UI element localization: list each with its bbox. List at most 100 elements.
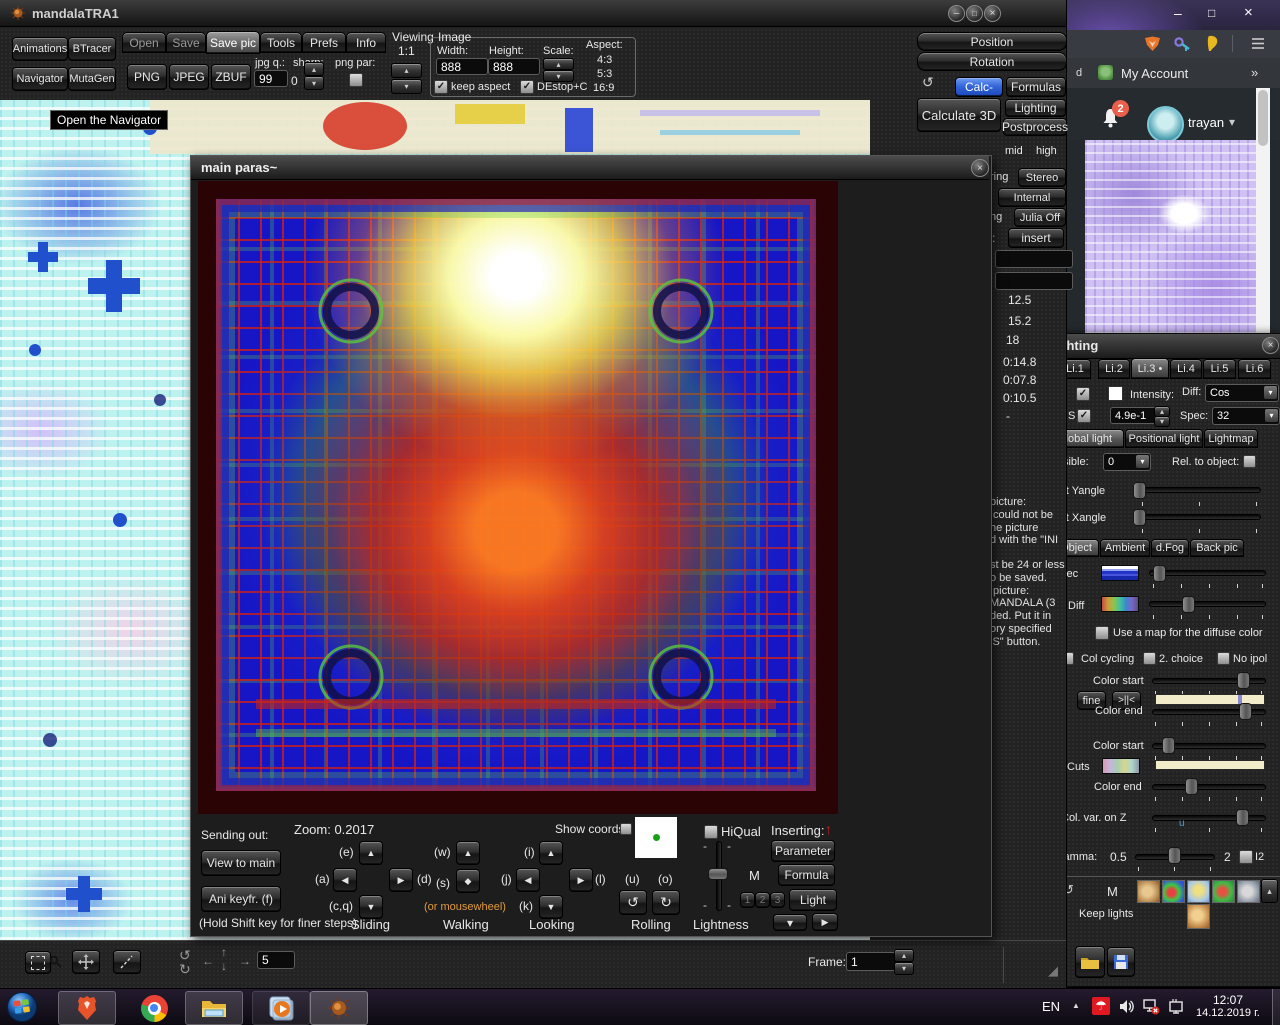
browser-close-button[interactable]: ×	[1244, 4, 1253, 21]
roll-ccw-button[interactable]: ↺	[619, 890, 647, 915]
postprocess-button[interactable]: Postprocess	[1003, 118, 1067, 136]
light-slot-3-button[interactable]: 3	[770, 892, 785, 908]
color-start-handle-1[interactable]	[1237, 672, 1250, 689]
look-up-button[interactable]: ▲	[539, 841, 563, 865]
light-preset-thumb-5[interactable]	[1237, 880, 1260, 903]
rotate-cw-icon[interactable]: ↻	[179, 961, 191, 978]
network-error-tray-icon[interactable]	[1143, 998, 1160, 1015]
frame-input[interactable]: 1	[846, 952, 900, 971]
no-ipol-checkbox[interactable]	[1217, 652, 1230, 665]
scale-spin-up[interactable]: ▴	[543, 58, 574, 70]
aspect-4-3[interactable]: 4:3	[597, 54, 612, 66]
save-lights-button[interactable]	[1107, 947, 1135, 977]
light-slot-1-button[interactable]: 1	[740, 892, 755, 908]
formula-field-2[interactable]	[995, 272, 1073, 290]
tab-li5[interactable]: Li.5	[1203, 359, 1236, 379]
insert-button[interactable]: insert	[1008, 228, 1064, 248]
mb3d-titlebar[interactable]: mandalaTRA1 – □ ×	[0, 0, 1066, 27]
show-coords-checkbox[interactable]	[620, 823, 632, 835]
light-enabled-checkbox[interactable]: ✓	[1076, 387, 1090, 401]
tab-li1[interactable]: Li.1	[1066, 359, 1091, 379]
user-menu-caret[interactable]: ▾	[1229, 115, 1235, 129]
light-preset-thumb-2[interactable]	[1162, 880, 1185, 903]
roll-cw-button[interactable]: ↻	[652, 890, 680, 915]
maximize-button[interactable]: □	[966, 5, 983, 22]
intensity-spin-down[interactable]: ▾	[1154, 416, 1170, 427]
tray-expand-icon[interactable]: ▲	[1072, 1001, 1080, 1010]
tab-save-pic[interactable]: Save pic	[206, 31, 260, 54]
lighting-button[interactable]: Lighting	[1005, 99, 1066, 117]
visible-caret[interactable]: ▾	[1136, 455, 1149, 468]
color-end-handle-2[interactable]	[1185, 778, 1198, 795]
height-input[interactable]: 888	[488, 58, 540, 75]
animations-button[interactable]: Animations	[12, 37, 68, 61]
zoom-select-button[interactable]	[25, 951, 51, 974]
png-button[interactable]: PNG	[127, 64, 167, 90]
choice2-checkbox[interactable]	[1143, 652, 1156, 665]
bookmark-my-account[interactable]: My Account	[1121, 66, 1188, 81]
quality-high-label[interactable]: high	[1036, 145, 1057, 157]
frame-spin-down[interactable]: ▾	[894, 962, 914, 975]
lights-undo-icon[interactable]: ↺	[1066, 882, 1074, 898]
light-preset-thumb-4[interactable]	[1212, 880, 1235, 903]
look-right-button[interactable]: ▶	[569, 868, 593, 892]
clock-time[interactable]: 12:07	[1213, 993, 1243, 1007]
xangle-slider-handle[interactable]	[1133, 509, 1146, 526]
tab-save[interactable]: Save	[166, 32, 206, 53]
scrollbar-thumb[interactable]	[1258, 90, 1268, 146]
clock-date[interactable]: 14.12.2019 г.	[1196, 1007, 1260, 1019]
insert-formula-button[interactable]: Formula	[778, 864, 835, 886]
sharp-spin-up[interactable]: ▴	[304, 62, 324, 76]
viewing-spin-down[interactable]: ▾	[391, 79, 422, 94]
close-button[interactable]: ×	[984, 5, 1001, 22]
light-color-swatch[interactable]	[1108, 386, 1123, 401]
undo-icon[interactable]: ↺	[922, 74, 934, 91]
walk-back-button[interactable]: ◆	[456, 869, 480, 893]
tab-prefs[interactable]: Prefs	[302, 32, 346, 53]
intensity-input[interactable]: 4.9e-1	[1110, 407, 1160, 424]
yellow-extension-icon[interactable]	[1207, 35, 1219, 52]
light-position-preview[interactable]	[635, 817, 677, 858]
view-to-main-button[interactable]: View to main	[201, 850, 281, 876]
main-paras-close-button[interactable]: ×	[971, 159, 989, 177]
insert-light-button[interactable]: Light	[789, 889, 837, 911]
frame-spin-up[interactable]: ▴	[894, 949, 914, 962]
look-left-button[interactable]: ◀	[516, 868, 540, 892]
hamburger-menu-icon[interactable]	[1252, 38, 1264, 49]
diff-gradient-swatch[interactable]	[1101, 596, 1139, 612]
panel-down-button[interactable]: ▾	[773, 914, 807, 931]
steps-input[interactable]: 5	[257, 951, 295, 969]
yangle-slider-handle[interactable]	[1133, 482, 1146, 499]
calc-button[interactable]: Calc-	[955, 77, 1003, 97]
tab-li3[interactable]: Li.3 •	[1131, 358, 1169, 379]
tab-back-pic[interactable]: Back pic	[1190, 539, 1244, 557]
tab-info[interactable]: Info	[346, 32, 386, 53]
diff-mode-select[interactable]: Cos ▾	[1205, 384, 1279, 402]
page-fractal-thumbnail[interactable]	[1085, 140, 1256, 334]
i2-checkbox[interactable]	[1239, 850, 1253, 864]
jpeg-button[interactable]: JPEG	[169, 64, 209, 90]
use-map-checkbox[interactable]	[1095, 626, 1109, 640]
keep-aspect-checkbox[interactable]: ✓	[434, 80, 448, 94]
spec-power-select[interactable]: 32 ▾	[1212, 407, 1280, 425]
tab-li4[interactable]: Li.4	[1170, 359, 1202, 379]
tab-global-light[interactable]: Global light	[1066, 429, 1124, 448]
step-down-icon[interactable]: ↓	[221, 959, 227, 973]
metamask-icon[interactable]	[1144, 36, 1161, 52]
diff-slider-handle[interactable]	[1182, 596, 1195, 613]
look-down-button[interactable]: ▼	[539, 895, 563, 919]
btracer-button[interactable]: BTracer	[68, 37, 116, 61]
keep-lights-thumb[interactable]	[1187, 904, 1210, 929]
tab-open[interactable]: Open	[122, 32, 166, 53]
language-indicator[interactable]: EN	[1042, 999, 1060, 1014]
tab-object[interactable]: Object	[1066, 539, 1099, 557]
color-end-slider-2[interactable]	[1152, 784, 1266, 790]
visible-select[interactable]: 0 ▾	[1103, 453, 1151, 471]
bookmarks-overflow-chevrons[interactable]: »	[1251, 65, 1258, 80]
slide-up-button[interactable]: ▲	[359, 841, 383, 865]
tab-lightmap[interactable]: Lightmap	[1204, 429, 1258, 448]
yangle-slider-track[interactable]	[1135, 487, 1261, 493]
update-tray-icon[interactable]	[1167, 998, 1184, 1015]
avira-tray-icon[interactable]: ☂	[1092, 997, 1110, 1015]
position-button[interactable]: Position	[917, 32, 1067, 51]
